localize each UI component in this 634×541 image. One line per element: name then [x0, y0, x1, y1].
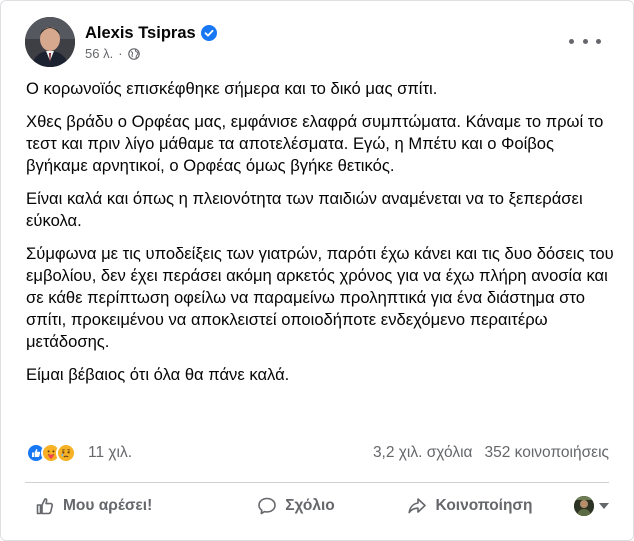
like-button[interactable]: Μου αρέσει!: [25, 488, 209, 524]
share-label: Κοινοποίηση: [435, 497, 533, 514]
more-dot-icon: [582, 38, 588, 44]
like-label: Μου αρέσει!: [63, 497, 153, 514]
thumbs-up-icon: [36, 498, 54, 515]
author-avatar[interactable]: [25, 17, 75, 67]
comment-button[interactable]: Σχόλιο: [209, 488, 383, 524]
share-arrow-icon: [408, 498, 427, 514]
post-paragraph: Χθες βράδυ ο Ορφέας μας, εμφάνισε ελαφρά…: [26, 112, 604, 175]
comment-icon: [258, 497, 277, 515]
actions-divider: [25, 482, 609, 483]
post-header: Alexis Tsipras 56 λ. ·: [25, 17, 617, 69]
profile-avatar: [574, 496, 594, 516]
post-card: Alexis Tsipras 56 λ. · Ο κορωνοϊός επισκ…: [0, 0, 634, 541]
author-name[interactable]: Alexis Tsipras: [85, 24, 196, 43]
share-count[interactable]: 352 κοινοποιήσεις: [485, 444, 610, 462]
post-paragraph: Είμαι βέβαιος ότι όλα θα πάνε καλά.: [26, 365, 290, 384]
author-avatar-image: [25, 17, 75, 67]
post-meta: 56 λ. ·: [85, 46, 140, 61]
more-options-button[interactable]: [569, 31, 601, 51]
post-paragraph: Ο κορωνοϊός επισκέφθηκε σήμερα και το δι…: [26, 79, 438, 98]
post-paragraph: Σύμφωνα με τις υποδείξεις των γιατρών, π…: [26, 244, 614, 351]
reaction-count[interactable]: 11 χιλ.: [88, 444, 132, 462]
more-dot-icon: [569, 38, 574, 44]
post-paragraph: Είναι καλά και όπως η πλειονότητα των πα…: [26, 189, 583, 230]
post-body: Ο κορωνοϊός επισκέφθηκε σήμερα και το δι…: [26, 78, 616, 397]
reactions-summary[interactable]: 11 χιλ.: [26, 443, 132, 463]
author-row: Alexis Tsipras: [85, 22, 217, 44]
engagement-counts: 3,2 χιλ. σχόλια 352 κοινοποιήσεις: [373, 444, 609, 462]
more-dot-icon: [596, 38, 601, 44]
globe-icon[interactable]: [127, 47, 140, 60]
reaction-profile-selector[interactable]: [565, 496, 609, 516]
verified-badge-icon: [200, 25, 217, 41]
post-actions: Μου αρέσει! Σχόλιο Κοινοποίηση: [25, 486, 609, 526]
post-stats: 11 χιλ. 3,2 χιλ. σχόλια 352 κοινοποιήσει…: [26, 441, 609, 465]
share-button[interactable]: Κοινοποίηση: [383, 488, 557, 524]
chevron-down-icon: [599, 503, 609, 509]
comment-label: Σχόλιο: [285, 497, 335, 514]
post-time[interactable]: 56 λ.: [85, 46, 113, 61]
comment-count[interactable]: 3,2 χιλ. σχόλια: [373, 444, 473, 462]
sad-reaction-icon: [56, 443, 76, 463]
meta-separator: ·: [118, 46, 123, 61]
